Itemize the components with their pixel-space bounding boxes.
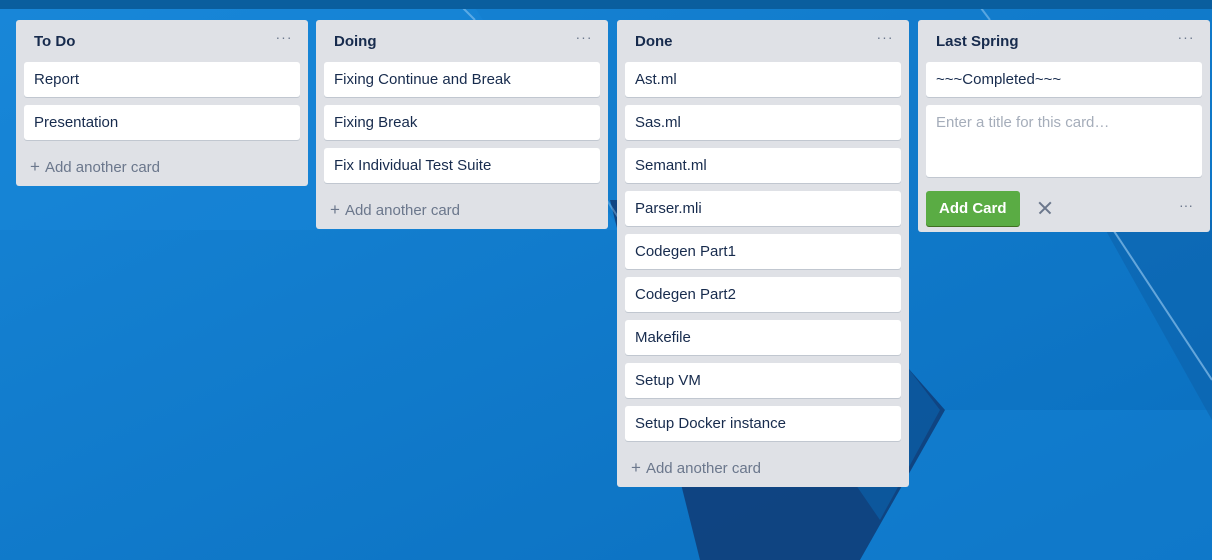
- ellipsis-icon[interactable]: ···: [574, 30, 594, 50]
- list-to-do: To Do ··· Report Presentation + Add anot…: [16, 20, 308, 186]
- ellipsis-icon[interactable]: ···: [875, 30, 895, 50]
- card[interactable]: Makefile: [625, 320, 901, 355]
- list-title[interactable]: Done: [625, 33, 673, 50]
- list-title[interactable]: To Do: [24, 33, 75, 50]
- card[interactable]: Presentation: [24, 105, 300, 140]
- card[interactable]: ~~~Completed~~~: [926, 62, 1202, 97]
- card[interactable]: Fixing Continue and Break: [324, 62, 600, 97]
- list-header[interactable]: Last Spring ···: [926, 20, 1202, 62]
- add-card-button[interactable]: + Add another card: [625, 449, 901, 487]
- card[interactable]: Setup Docker instance: [625, 406, 901, 441]
- card[interactable]: Sas.ml: [625, 105, 901, 140]
- plus-icon: +: [631, 458, 641, 477]
- list-last-spring: Last Spring ··· ~~~Completed~~~ Add Card…: [918, 20, 1210, 232]
- add-card-button[interactable]: + Add another card: [324, 191, 600, 229]
- list-title[interactable]: Doing: [324, 33, 377, 50]
- card[interactable]: Fixing Break: [324, 105, 600, 140]
- add-card-button[interactable]: + Add another card: [24, 148, 300, 186]
- card[interactable]: Fix Individual Test Suite: [324, 148, 600, 183]
- list-done: Done ··· Ast.ml Sas.ml Semant.ml Parser.…: [617, 20, 909, 487]
- add-card-submit-button[interactable]: Add Card: [926, 190, 1020, 226]
- plus-icon: +: [330, 200, 340, 219]
- card[interactable]: Ast.ml: [625, 62, 901, 97]
- card-title-input[interactable]: [926, 105, 1202, 177]
- add-card-label: Add another card: [645, 459, 762, 477]
- card[interactable]: Semant.ml: [625, 148, 901, 183]
- composer-controls: Add Card ···: [926, 190, 1202, 226]
- close-icon[interactable]: [1034, 197, 1056, 219]
- card[interactable]: Parser.mli: [625, 191, 901, 226]
- card[interactable]: Codegen Part1: [625, 234, 901, 269]
- add-card-label: Add another card: [344, 201, 461, 219]
- ellipsis-icon[interactable]: ···: [1176, 30, 1196, 50]
- card[interactable]: Report: [24, 62, 300, 97]
- list-title[interactable]: Last Spring: [926, 33, 1019, 50]
- card[interactable]: Setup VM: [625, 363, 901, 398]
- plus-icon: +: [30, 157, 40, 176]
- card[interactable]: Codegen Part2: [625, 277, 901, 312]
- list-doing: Doing ··· Fixing Continue and Break Fixi…: [316, 20, 608, 229]
- ellipsis-icon[interactable]: ···: [274, 30, 294, 50]
- list-header[interactable]: Doing ···: [324, 20, 600, 62]
- list-header[interactable]: Done ···: [625, 20, 901, 62]
- add-card-label: Add another card: [44, 158, 161, 176]
- ellipsis-icon[interactable]: ···: [1176, 198, 1196, 212]
- board: To Do ··· Report Presentation + Add anot…: [0, 0, 1212, 560]
- list-header[interactable]: To Do ···: [24, 20, 300, 62]
